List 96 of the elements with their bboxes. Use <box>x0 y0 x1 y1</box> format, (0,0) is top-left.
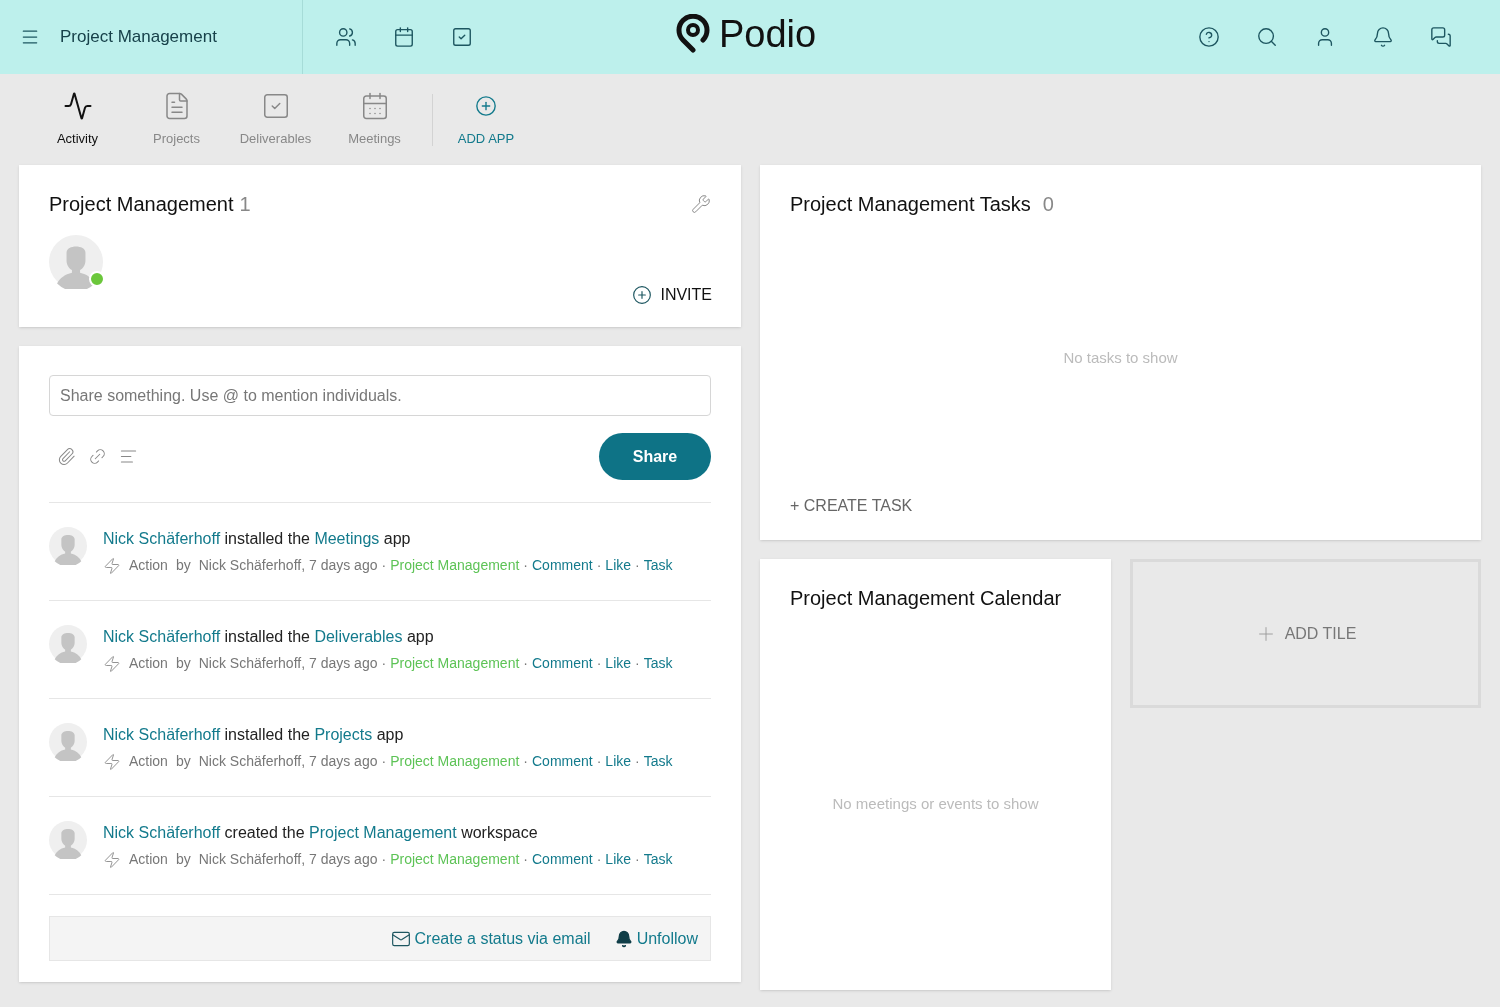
unfollow-link[interactable]: Unfollow <box>614 926 698 951</box>
search-icon[interactable] <box>1256 26 1278 48</box>
lightning-icon <box>103 850 121 869</box>
action-link[interactable]: Task <box>643 653 673 674</box>
user-link[interactable]: Nick Schäferhoff <box>103 530 221 547</box>
empty-message: No tasks to show <box>1062 348 1179 368</box>
avatar-placeholder <box>49 625 87 663</box>
card-title: Project Management <box>49 192 234 217</box>
workspace-title[interactable]: Project Management <box>60 24 217 50</box>
action-link[interactable]: Task <box>643 751 673 772</box>
create-task-button[interactable]: + CREATE TASK <box>790 494 913 518</box>
action-label: Action <box>129 556 168 575</box>
separator: · <box>596 850 602 869</box>
app-tab[interactable]: Meetings <box>325 90 424 149</box>
notifications-icon[interactable] <box>1372 26 1394 48</box>
avatar-placeholder <box>49 821 87 859</box>
text-format-icon[interactable] <box>119 447 138 466</box>
user-link[interactable]: Nick Schäferhoff <box>103 824 221 841</box>
separator: · <box>635 654 640 673</box>
action-label: Action <box>129 752 168 771</box>
lightning-icon <box>103 654 121 673</box>
task-count: 0 <box>1042 192 1054 217</box>
action-link[interactable]: Task <box>643 555 673 576</box>
action-link[interactable]: Comment <box>532 751 593 772</box>
activity-sentence: Nick Schäferhoff installed the Deliverables app <box>103 627 435 647</box>
separator: · <box>523 752 528 771</box>
author-time: Nick Schäferhoff, 7 days ago <box>198 850 378 869</box>
object-link[interactable]: Project Management <box>309 824 457 841</box>
separator: · <box>635 850 640 869</box>
action-link[interactable]: Comment <box>532 653 593 674</box>
avatar-placeholder <box>49 527 87 565</box>
action-link[interactable]: Like <box>605 751 632 772</box>
add-app-button[interactable]: ADD APP <box>433 90 539 149</box>
action-link[interactable]: Comment <box>532 555 593 576</box>
pulse-icon <box>62 90 93 121</box>
separator: · <box>381 752 387 771</box>
app-tab[interactable]: Projects <box>127 90 226 149</box>
activity-sentence: Nick Schäferhoff created the Project Management workspace <box>103 823 539 843</box>
action-label: Action <box>129 654 168 673</box>
activity-sentence: Nick Schäferhoff installed the Meetings app <box>103 529 412 549</box>
activity-sentence: Nick Schäferhoff installed the Projects app <box>103 725 405 745</box>
separator: · <box>635 752 640 771</box>
user-link[interactable]: Nick Schäferhoff <box>103 726 221 743</box>
app-tab[interactable]: Activity <box>28 90 127 149</box>
logo-text: Podio <box>719 15 817 53</box>
separator: · <box>381 556 387 575</box>
share-input[interactable]: Share something. Use @ to mention individuals. <box>49 375 711 416</box>
action-link[interactable]: Like <box>605 653 632 674</box>
action-link[interactable]: Like <box>605 555 632 576</box>
user-link[interactable]: Nick Schäferhoff <box>103 628 221 645</box>
object-link[interactable]: Deliverables <box>314 628 403 645</box>
author-time: Nick Schäferhoff, 7 days ago <box>198 654 378 673</box>
lightning-icon <box>103 752 121 771</box>
member-count: 1 <box>239 192 251 217</box>
member-avatar <box>49 235 103 289</box>
email-status-link[interactable]: Create a status via email <box>390 926 591 951</box>
separator: · <box>523 850 528 869</box>
invite-button[interactable]: INVITE <box>632 283 712 307</box>
app-tab[interactable]: Deliverables <box>226 90 325 149</box>
separator: · <box>381 850 387 869</box>
separator: · <box>381 654 387 673</box>
avatar-placeholder <box>49 723 87 761</box>
separator: · <box>596 556 602 575</box>
object-link[interactable]: Projects <box>314 726 373 743</box>
empty-message: No meetings or events to show <box>831 794 1040 814</box>
members-icon[interactable] <box>335 26 357 48</box>
separator: · <box>596 752 602 771</box>
calendar-icon[interactable] <box>393 26 415 48</box>
chat-icon[interactable] <box>1430 26 1452 48</box>
separator: · <box>523 556 528 575</box>
add-tile-button[interactable]: ADD TILE <box>1130 559 1481 708</box>
by-label: by <box>175 850 191 869</box>
action-link[interactable]: Like <box>605 849 632 870</box>
plus-circle-icon <box>632 285 653 305</box>
lightning-icon <box>103 556 121 575</box>
bell-icon <box>614 929 633 948</box>
separator: · <box>635 556 640 575</box>
object-link[interactable]: Meetings <box>314 530 380 547</box>
author-time: Nick Schäferhoff, 7 days ago <box>198 752 378 771</box>
separator: · <box>523 654 528 673</box>
by-label: by <box>175 556 191 575</box>
attachment-icon[interactable] <box>57 447 76 466</box>
action-label: Action <box>129 850 168 869</box>
logo-icon <box>675 14 711 54</box>
share-button[interactable]: Share <box>599 433 711 480</box>
help-icon[interactable] <box>1198 26 1220 48</box>
by-label: by <box>175 752 191 771</box>
plus-circle-icon <box>475 94 497 117</box>
action-link[interactable]: Comment <box>532 849 593 870</box>
author-time: Nick Schäferhoff, 7 days ago <box>198 556 378 575</box>
action-link[interactable]: Task <box>643 849 673 870</box>
by-label: by <box>175 654 191 673</box>
tasks-icon[interactable] <box>451 26 473 48</box>
card-title: Project Management Calendar <box>790 586 1063 611</box>
card-title: Project Management Tasks <box>790 192 1031 217</box>
separator: · <box>596 654 602 673</box>
